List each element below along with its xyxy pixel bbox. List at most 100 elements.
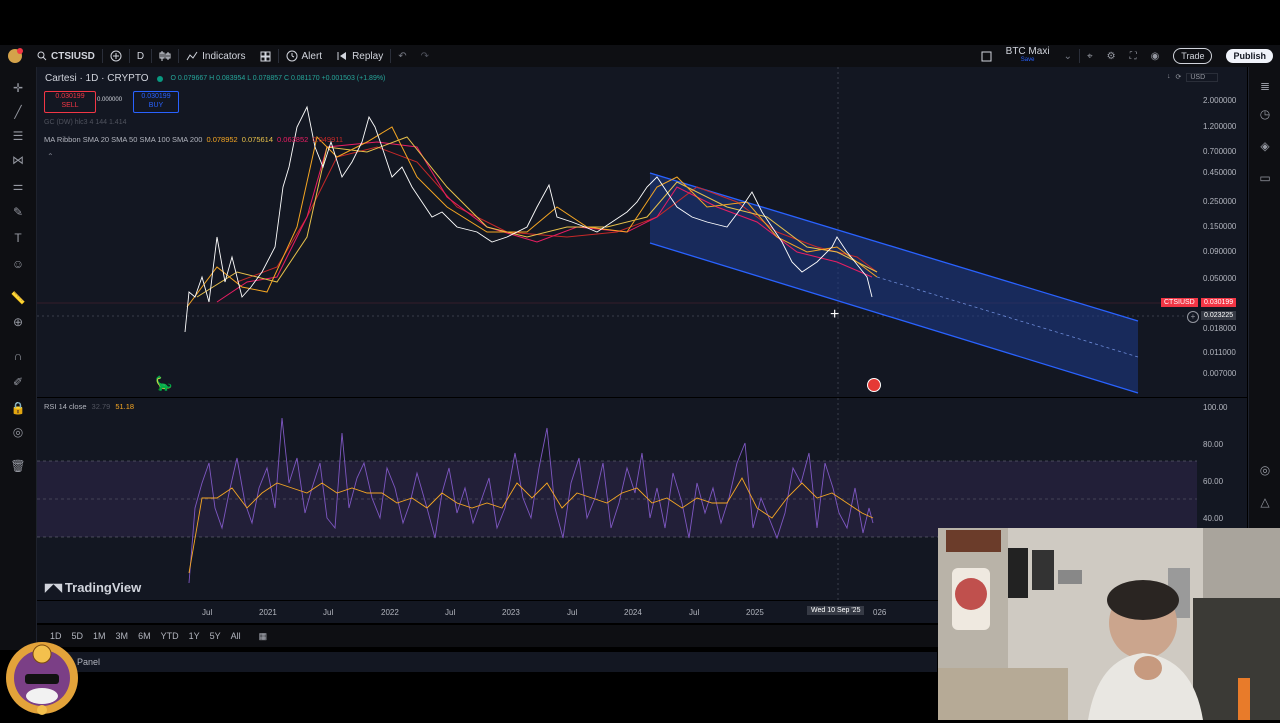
timeframe-1y[interactable]: 1Y [184, 631, 205, 641]
symbol-search-button[interactable]: CTSIUSD [30, 45, 102, 67]
fib-icon[interactable]: ☰ [9, 127, 27, 145]
interval-button[interactable]: D [130, 45, 151, 67]
symbol-label: CTSIUSD [51, 50, 95, 62]
refresh-icon[interactable]: ⟳ [1176, 73, 1182, 82]
price-tick: 0.150000 [1203, 222, 1237, 231]
search-icon [37, 51, 47, 61]
clock-icon[interactable]: ◷ [1256, 105, 1274, 123]
publish-button[interactable]: Publish [1219, 45, 1280, 67]
timeframe-5y[interactable]: 5Y [205, 631, 226, 641]
settings-icon[interactable]: ⚙ [1100, 45, 1123, 67]
timeframe-ytd[interactable]: YTD [156, 631, 184, 641]
ma-ribbon-legend[interactable]: MA Ribbon SMA 20 SMA 50 SMA 100 SMA 200 … [44, 135, 343, 144]
price-tick: 0.700000 [1203, 147, 1237, 156]
chat-icon[interactable]: ▭ [1256, 169, 1274, 187]
calendar-icon[interactable]: ▦ [254, 631, 273, 642]
brush-icon[interactable]: ✎ [9, 203, 27, 221]
add-alert-icon[interactable]: + [1187, 311, 1199, 323]
stay-drawing-icon[interactable]: ✐ [9, 373, 27, 391]
crosshair-price-tag: 0.023225 [1201, 311, 1237, 320]
tradingview-logo-icon: ◤◥ [45, 582, 62, 594]
alert-label: Alert [301, 50, 323, 62]
camera-icon[interactable]: ◉ [1144, 45, 1167, 67]
sell-price: 0.030199 [55, 93, 85, 100]
alert-button[interactable]: Alert [279, 45, 330, 67]
timeframe-6m[interactable]: 6M [133, 631, 156, 641]
buy-button[interactable]: 0.030199 BUY [133, 91, 179, 113]
download-icon[interactable]: ↓ [1167, 73, 1171, 82]
magnet-icon[interactable]: ∩ [9, 347, 27, 365]
pattern-icon[interactable]: ⋈ [9, 151, 27, 169]
bottom-panel-bar: Panel [37, 652, 937, 672]
drawing-toolbar: ✛ ╱ ☰ ⋈ ⚌ ✎ T ☺ 📏 ⊕ ∩ ✐ 🔒 ◎ 🗑 [0, 67, 37, 650]
sell-button[interactable]: 0.030199 SELL [44, 91, 96, 113]
descending-channel [650, 173, 1138, 393]
text-icon[interactable]: T [9, 229, 27, 247]
rsi-legend[interactable]: RSI 14 close 32.79 51.18 [44, 402, 134, 411]
time-tick: Jul [445, 608, 456, 617]
compare-button[interactable] [103, 45, 129, 67]
chart-type-button[interactable] [152, 45, 178, 67]
price-axis-controls: ↓ ⟳ USD [1167, 73, 1219, 82]
time-tick: 2023 [502, 608, 520, 617]
eye-icon[interactable]: ◎ [9, 423, 27, 441]
indicators-button[interactable]: Indicators [179, 45, 252, 67]
emoji-icon[interactable]: ☺ [9, 255, 27, 273]
last-price-tag: 0.030199 [1201, 298, 1237, 307]
price-tick: 0.450000 [1203, 168, 1237, 177]
trendline-icon[interactable]: ╱ [9, 103, 27, 121]
undo-button[interactable]: ↶ [391, 45, 413, 67]
chevron-down-icon[interactable]: ⌄ [1057, 45, 1079, 67]
ruler-icon[interactable]: 📏 [9, 289, 27, 307]
price-chart-pane[interactable]: Cartesi · 1D · CRYPTO O 0.079667 H 0.083… [37, 67, 1247, 397]
top-toolbar: CTSIUSD D Indicators Alert Replay ↶ ↷ BT… [0, 45, 1280, 67]
watchlist-icon[interactable]: ≣ [1256, 77, 1274, 95]
time-tick: Jul [323, 608, 334, 617]
chart-legend: Cartesi · 1D · CRYPTO O 0.079667 H 0.083… [45, 73, 385, 84]
crosshair-icon[interactable]: ✛ [9, 79, 27, 97]
forecast-icon[interactable]: ⚌ [9, 177, 27, 195]
zoom-icon[interactable]: ⊕ [9, 313, 27, 331]
timeframe-3m[interactable]: 3M [111, 631, 134, 641]
rsi-label: RSI 14 close [44, 402, 87, 411]
spread-value: 0.000000 [97, 97, 123, 103]
interval-label: D [136, 50, 145, 62]
timeframe-1m[interactable]: 1M [88, 631, 111, 641]
rsi-tick: 60.00 [1203, 477, 1224, 486]
time-tick: 2022 [381, 608, 399, 617]
price-chart[interactable] [37, 67, 1247, 397]
replay-icon [337, 52, 347, 60]
tradingview-logo[interactable]: ◤◥ TradingView [45, 580, 141, 595]
redo-button[interactable]: ↷ [414, 45, 436, 67]
time-tick: Jul [202, 608, 213, 617]
timeframe-all[interactable]: All [226, 631, 246, 641]
triangle-icon[interactable]: △ [1256, 493, 1274, 511]
sma20-value: 0.078952 [206, 135, 238, 144]
target-icon[interactable]: ◎ [1256, 461, 1274, 479]
fullscreen-icon[interactable]: ⛶ [1123, 45, 1144, 67]
event-marker-icon[interactable] [867, 378, 881, 392]
trade-button[interactable]: Trade [1166, 45, 1219, 67]
price-tick: 0.007000 [1203, 369, 1237, 378]
indicators-icon [186, 51, 198, 61]
layout-button[interactable] [253, 45, 278, 67]
trade-label: Trade [1173, 48, 1213, 64]
crosshair-cursor-icon: + [830, 306, 840, 323]
quick-search-icon[interactable]: ⌖ [1080, 45, 1100, 67]
price-tick: 0.011000 [1203, 348, 1236, 357]
channel-logo [3, 638, 81, 718]
layers-icon[interactable]: ◈ [1256, 137, 1274, 155]
layout-select-button[interactable] [974, 45, 999, 67]
trash-icon[interactable]: 🗑 [9, 457, 27, 475]
lock-icon[interactable]: 🔒 [9, 399, 27, 417]
collapse-legend-icon[interactable]: ⌃ [47, 152, 54, 161]
replay-button[interactable]: Replay [329, 45, 390, 67]
watchlist-name[interactable]: BTC Maxi Save [999, 45, 1057, 67]
crosshair-date-tag: Wed 10 Sep '25 [807, 606, 865, 615]
watchlist-save: Save [1020, 57, 1035, 63]
gc-indicator-legend[interactable]: GC (DW) hlc3 4 144 1.414 [44, 119, 126, 126]
currency-select[interactable]: USD [1186, 73, 1219, 82]
avatar[interactable] [0, 45, 30, 67]
rsi-tick: 40.00 [1203, 514, 1224, 523]
undo-icon: ↶ [398, 50, 407, 62]
